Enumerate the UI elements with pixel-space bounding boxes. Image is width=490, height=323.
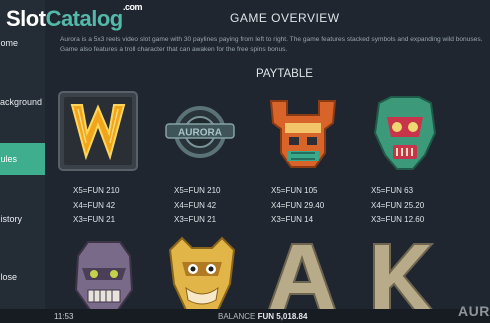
sidebar-item-label: Home [0,38,19,48]
aurora-logo-icon: AURORA [165,106,235,158]
sidebar: Home Background Rules History Close [0,0,45,309]
sidebar-item-label: History [0,214,23,224]
watermark-part-2: Catalog [45,6,124,31]
balance-label: BALANCE [218,312,256,321]
pay-x4: X4=FUN 25.20 [371,200,425,210]
clock: 11:53 [54,312,74,321]
pay-x5: X5=FUN 63 [371,186,414,195]
sidebar-item-label: Background [0,97,43,107]
paytable-values-orange-tiki: X5=FUN 105 X4=FUN 29.40 X3=FUN 14 [271,184,324,228]
sidebar-item-close[interactable]: Close [0,261,45,293]
brand-logo: AURO [458,303,490,319]
pay-x5: X5=FUN 210 [174,186,221,195]
yellow-troll-head-icon [168,236,236,311]
balance-display: BALANCE FUN 5,018.84 [218,312,307,321]
pay-x4: X4=FUN 42 [73,200,116,210]
paytable-values-golden-w: X5=FUN 210 X4=FUN 42 X3=FUN 21 [73,184,119,228]
pay-x3: X3=FUN 21 [174,215,217,224]
pay-x5: X5=FUN 210 [73,186,120,195]
sidebar-item-rules[interactable]: Rules [0,143,45,175]
golden-w-wild-icon [58,91,138,171]
watermark-part-1: Slot [6,6,46,31]
page-title: GAME OVERVIEW [230,11,340,25]
purple-troll-head-icon [74,241,134,311]
sidebar-item-label: Close [0,272,18,282]
letter-k-icon [373,243,437,313]
orange-tiki-mask-icon [269,100,337,168]
pay-x5: X5=FUN 105 [271,186,318,195]
paytable-values-aurora-logo: X5=FUN 210 X4=FUN 42 X3=FUN 21 [174,184,220,228]
sidebar-item-background[interactable]: Background [0,86,45,118]
watermark-logo: SlotCatalog .com [6,2,143,32]
pay-x4: X4=FUN 29.40 [271,200,325,210]
game-description: Aurora is a 5x3 reels video slot game wi… [60,36,483,53]
watermark-part-3: .com [123,2,143,12]
svg-text:AURORA: AURORA [178,128,222,139]
paytable-values-green-tiki: X5=FUN 63 X4=FUN 25.20 X3=FUN 12.60 [371,184,424,228]
balance-value: FUN 5,018.84 [257,312,308,321]
letter-a-icon [266,243,338,313]
sidebar-item-history[interactable]: History [0,203,45,235]
pay-x3: X3=FUN 21 [73,215,116,224]
paytable-title: PAYTABLE [256,68,313,80]
green-tiki-mask-icon [373,96,437,170]
pay-x4: X4=FUN 42 [174,200,217,210]
pay-x3: X3=FUN 12.60 [371,215,425,224]
pay-x3: X3=FUN 14 [271,215,314,224]
sidebar-item-label: Rules [0,154,18,164]
